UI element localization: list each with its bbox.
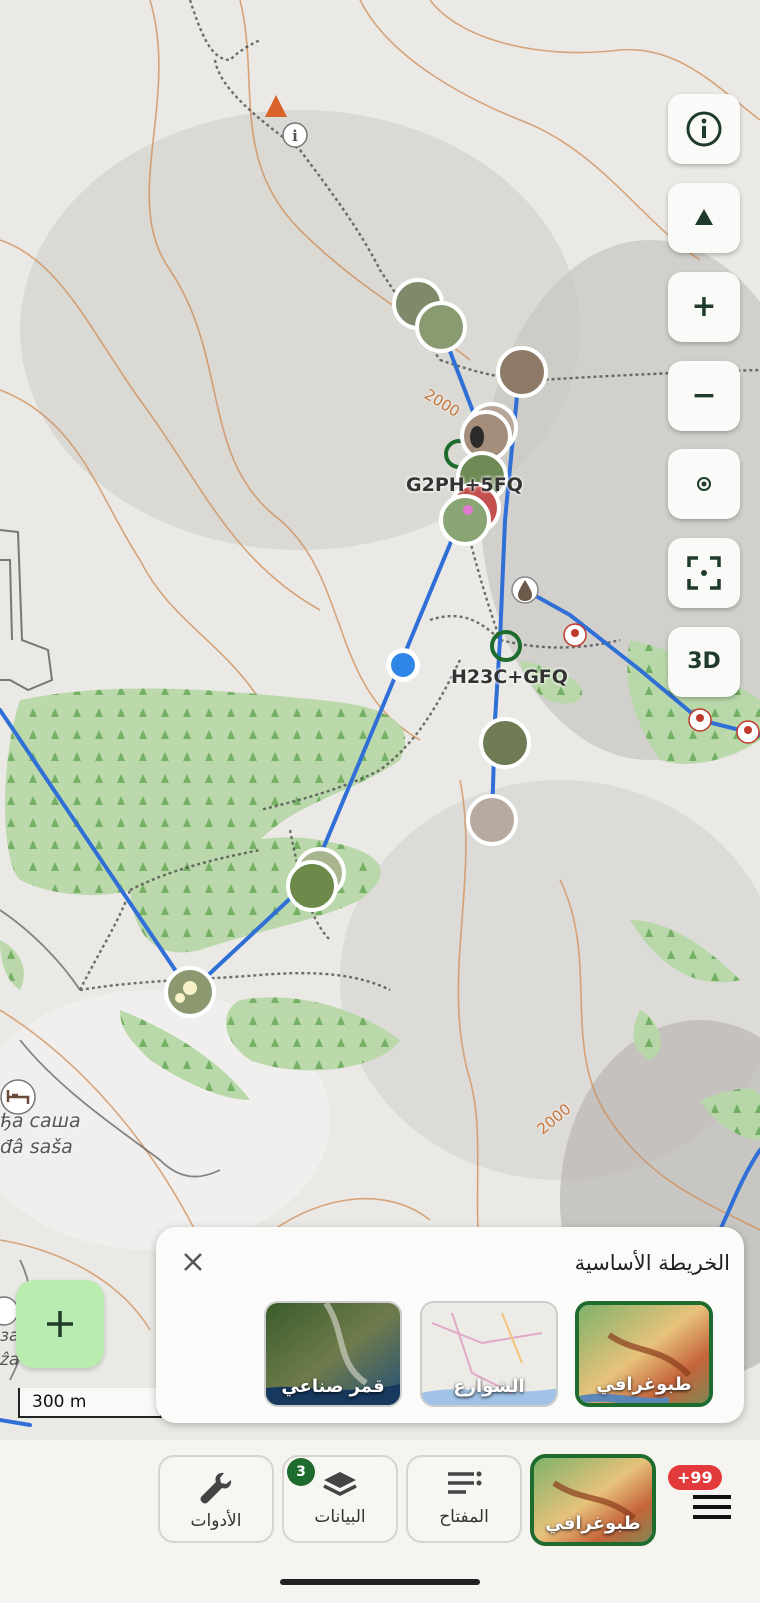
frame-icon xyxy=(687,556,721,590)
data-label: البيانات xyxy=(314,1507,366,1527)
map-canvas[interactable]: i G2PH+5FQ H23C+GFQ 2000 2000 ђа саша đâ… xyxy=(0,0,760,1440)
legend-list-icon xyxy=(448,1471,482,1494)
basemap-option-topographic[interactable]: طبوغرافي xyxy=(575,1301,713,1407)
bottom-bar: طبوغرافي +99 المفتاح البيانات 3 الأدوات xyxy=(0,1440,760,1603)
compass-button[interactable] xyxy=(668,183,740,253)
fullscreen-button[interactable] xyxy=(668,538,740,608)
add-button[interactable] xyxy=(16,1280,104,1368)
layers-icon xyxy=(323,1472,357,1496)
notifications-badge: +99 xyxy=(668,1465,722,1490)
close-icon[interactable] xyxy=(178,1247,208,1277)
place-name-cyrillic: ђа саша xyxy=(0,1110,81,1132)
plus-code-label-1: G2PH+5FQ xyxy=(406,474,523,496)
data-badge: 3 xyxy=(287,1458,315,1486)
map-layer: i xyxy=(0,0,760,1440)
zoom-in-button[interactable]: + xyxy=(668,272,740,342)
info-button[interactable] xyxy=(668,94,740,164)
svg-text:i: i xyxy=(292,127,298,145)
current-map-button[interactable]: طبوغرافي xyxy=(530,1454,656,1546)
zoom-out-label: − xyxy=(691,378,717,413)
place-name-latin: đâ saša xyxy=(0,1136,73,1158)
basemap-option-satellite[interactable]: قمر صناعي xyxy=(264,1301,402,1407)
location-icon xyxy=(697,477,711,491)
basemap-option-streets[interactable]: الشوارع xyxy=(420,1301,558,1407)
home-indicator xyxy=(280,1579,480,1585)
plus-icon xyxy=(47,1311,73,1337)
info-icon xyxy=(686,111,722,147)
basemap-panel-title: الخريطة الأساسية xyxy=(574,1251,730,1275)
wrench-icon xyxy=(200,1472,232,1504)
compass-north-icon xyxy=(695,209,713,225)
3d-label: 3D xyxy=(687,649,721,674)
legend-button[interactable]: المفتاح xyxy=(406,1455,522,1543)
basemap-panel: الخريطة الأساسية الشوارع قمر صناعي طبوغر… xyxy=(156,1227,744,1423)
zoom-out-button[interactable]: − xyxy=(668,361,740,431)
basemap-option-topographic-label: طبوغرافي xyxy=(596,1374,692,1395)
zoom-in-label: + xyxy=(691,289,717,324)
scale-label: 300 m xyxy=(32,1392,87,1412)
tools-button[interactable]: الأدوات xyxy=(158,1455,274,1543)
3d-button[interactable]: 3D xyxy=(668,627,740,697)
basemap-option-streets-label: الشوارع xyxy=(453,1376,525,1397)
legend-label: المفتاح xyxy=(439,1507,489,1527)
locate-button[interactable] xyxy=(668,449,740,519)
current-map-label: طبوغرافي xyxy=(545,1513,641,1534)
plus-code-label-2: H23C+GFQ xyxy=(451,666,568,688)
basemap-option-satellite-label: قمر صناعي xyxy=(281,1376,385,1397)
tools-label: الأدوات xyxy=(190,1511,242,1531)
